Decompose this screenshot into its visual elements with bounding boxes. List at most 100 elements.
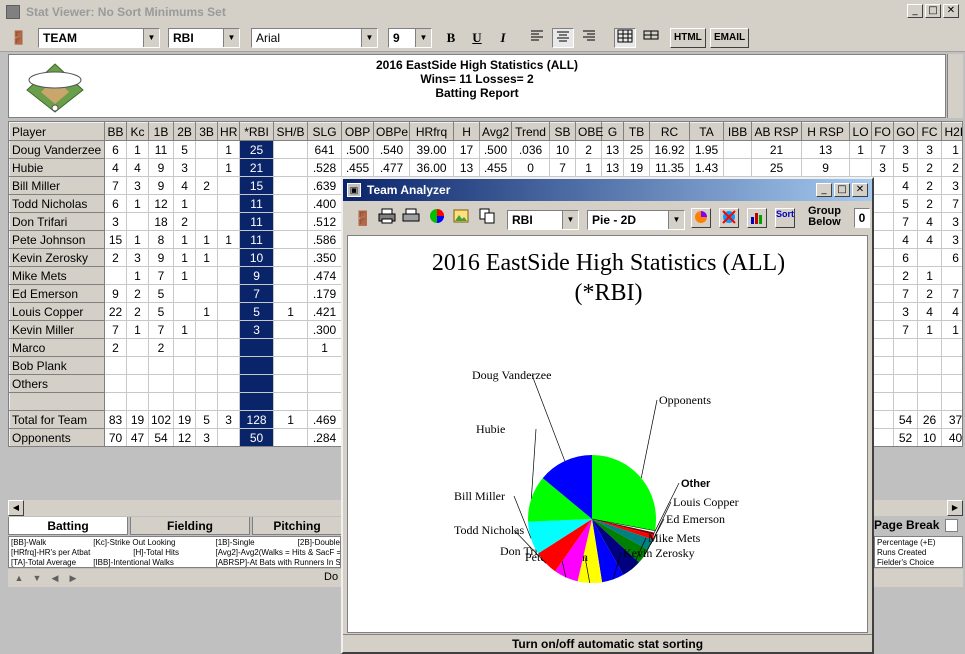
nav-down-icon[interactable]: ▼ [30, 571, 44, 585]
italic-button[interactable]: I [492, 28, 514, 48]
maximize-button[interactable]: □ [925, 4, 941, 18]
player-name-cell[interactable]: Others [9, 374, 105, 393]
stat-cell: 2 [195, 176, 219, 195]
team-select[interactable]: TEAM ▼ [38, 28, 160, 48]
tab-batting[interactable]: Batting [8, 517, 128, 535]
analyzer-maximize-button[interactable]: □ [834, 183, 850, 197]
font-select[interactable]: Arial ▼ [251, 28, 378, 48]
sort-icon[interactable]: Sort [775, 208, 795, 228]
html-button[interactable]: HTML [670, 28, 706, 48]
stat-cell [893, 356, 919, 375]
player-name-cell[interactable]: Todd Nicholas [9, 194, 105, 213]
print-preview-icon[interactable] [401, 208, 421, 228]
scroll-left-icon[interactable]: ◀ [8, 500, 24, 516]
column-header[interactable]: GO [893, 122, 919, 141]
analyzer-close-button[interactable]: ✕ [852, 183, 868, 197]
header-scrollbar[interactable] [947, 54, 963, 118]
column-header[interactable]: LO [849, 122, 873, 141]
pie-leader-line [530, 428, 537, 499]
column-header[interactable]: H2L [941, 122, 962, 141]
column-header[interactable]: RC [649, 122, 691, 141]
column-header[interactable]: H RSP [801, 122, 851, 141]
column-header[interactable]: Avg2 [479, 122, 513, 141]
player-name-cell[interactable]: Opponents [9, 428, 105, 446]
pie-colors-icon[interactable] [691, 208, 711, 228]
column-header[interactable]: OBP [341, 122, 375, 141]
player-name-cell[interactable]: Bob Plank [9, 356, 105, 375]
font-size-select[interactable]: 9 ▼ [388, 28, 432, 48]
bold-button[interactable]: B [440, 28, 462, 48]
underline-button[interactable]: U [466, 28, 488, 48]
analyzer-stat-select[interactable]: RBI ▼ [507, 210, 579, 230]
player-name-cell[interactable] [9, 392, 105, 411]
column-header[interactable]: OBE [575, 122, 603, 141]
column-header[interactable]: G [601, 122, 625, 141]
player-name-cell[interactable]: Kevin Zerosky [9, 248, 105, 267]
horizontal-scrollbar[interactable]: ◀ [8, 500, 341, 516]
column-header[interactable]: TB [623, 122, 651, 141]
column-header[interactable]: BB [104, 122, 127, 141]
email-button[interactable]: EMAIL [710, 28, 750, 48]
player-name-cell[interactable]: Marco [9, 338, 105, 357]
column-header[interactable]: 3B [195, 122, 219, 141]
player-name-cell[interactable]: Ed Emerson [9, 284, 105, 303]
grid-icon[interactable] [614, 28, 636, 48]
exit-door-icon[interactable]: 🚪 [353, 208, 373, 228]
group-below-input[interactable]: 0 [854, 208, 870, 228]
close-button[interactable]: ✕ [943, 4, 959, 18]
player-name-cell[interactable]: Total for Team [9, 410, 105, 429]
legend-item: Fielder's Choice [877, 558, 935, 567]
column-header[interactable]: *RBI [239, 122, 275, 141]
column-header[interactable]: FC [917, 122, 943, 141]
exit-door-icon[interactable]: 🚪 [8, 28, 30, 48]
horizontal-scrollbar-right[interactable]: ▶ [874, 500, 963, 516]
column-header[interactable]: H [453, 122, 481, 141]
tab-fielding[interactable]: Fielding [130, 517, 250, 535]
print-icon[interactable] [377, 208, 397, 228]
column-header[interactable]: HRfrq [409, 122, 455, 141]
align-right-icon[interactable] [578, 28, 600, 48]
player-name-cell[interactable]: Don Trifari [9, 212, 105, 231]
player-name-cell[interactable]: Bill Miller [9, 176, 105, 195]
align-left-icon[interactable] [526, 28, 548, 48]
column-header[interactable]: IBB [723, 122, 753, 141]
scroll-right-icon[interactable]: ▶ [947, 500, 963, 516]
stat-select[interactable]: RBI ▼ [168, 28, 240, 48]
copy-icon[interactable] [477, 208, 497, 228]
player-name-cell[interactable]: Mike Mets [9, 266, 105, 285]
column-header[interactable]: SB [549, 122, 577, 141]
image-icon[interactable] [451, 208, 471, 228]
player-name-cell[interactable]: Pete Johnson [9, 230, 105, 249]
player-name-cell[interactable]: Louis Copper [9, 302, 105, 321]
nav-left-icon[interactable]: ◀ [48, 571, 62, 585]
minimize-button[interactable]: _ [907, 4, 923, 18]
column-header[interactable]: TA [689, 122, 725, 141]
column-header[interactable]: HR [217, 122, 241, 141]
column-header[interactable]: 2B [173, 122, 197, 141]
columns-icon[interactable] [640, 28, 662, 48]
pie-chart-icon[interactable] [427, 208, 447, 228]
player-name-cell[interactable]: Doug Vanderzee [9, 140, 105, 159]
tab-pitching[interactable]: Pitching [252, 517, 342, 535]
column-header[interactable]: FO [871, 122, 895, 141]
page-break-checkbox[interactable] [945, 519, 958, 532]
bar-chart-icon[interactable] [747, 208, 767, 228]
column-header[interactable]: OBPe [373, 122, 411, 141]
analyzer-minimize-button[interactable]: _ [816, 183, 832, 197]
nav-right-icon[interactable]: ▶ [66, 571, 80, 585]
column-header[interactable]: SH/B [273, 122, 309, 141]
player-name-cell[interactable]: Hubie [9, 158, 105, 177]
column-header[interactable]: 1B [147, 122, 175, 141]
stat-cell: 22 [104, 302, 127, 321]
column-header[interactable]: SLG [307, 122, 343, 141]
pie-exclude-icon[interactable] [719, 208, 739, 228]
player-name-cell[interactable]: Kevin Miller [9, 320, 105, 339]
nav-up-icon[interactable]: ▲ [12, 571, 26, 585]
column-header[interactable]: Player [9, 122, 105, 141]
chart-type-select[interactable]: Pie - 2D ▼ [587, 210, 685, 230]
column-header[interactable]: Trend [511, 122, 551, 141]
align-center-icon[interactable] [552, 28, 574, 48]
stat-cell: 11.35 [649, 158, 691, 177]
column-header[interactable]: AB RSP [751, 122, 803, 141]
column-header[interactable]: Kc [126, 122, 149, 141]
